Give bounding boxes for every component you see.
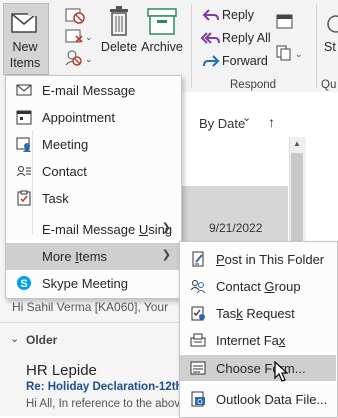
sort-direction-icon[interactable]: ↑ [268,114,275,130]
submenu-item-internet-fax[interactable]: Internet Fax [180,327,336,353]
submenu-item-post-in-this-folder[interactable]: Post in This Folder [180,246,336,272]
envelope-icon [16,84,32,96]
reply-button[interactable]: Reply [222,8,254,22]
submenu-item-label: Post in This Folder [216,252,325,267]
mail-date: 9/21/2022 [209,221,263,235]
scroll-up-icon[interactable]: ▲ [293,139,301,148]
ignore-icon[interactable] [64,6,86,24]
new-items-label-1: New [12,40,38,54]
submenu-item-label: Task Request [216,306,295,321]
respond-group-label: Respond [230,79,277,91]
mail-subject: Re: Holiday Declaration-12th ... [26,381,196,393]
meeting-reply-icon[interactable] [276,12,294,30]
contact-card-icon [16,166,31,177]
menu-item-label: Meeting [42,137,89,152]
mail-preview-2: Hi All, In reference to the abov... [26,398,189,410]
submenu-item-contact-group[interactable]: Contact Group [180,273,336,299]
menu-item-appointment[interactable]: Appointment [6,104,181,131]
clean-up-icon[interactable]: ⌄ [64,27,92,45]
forward-icon [203,55,220,67]
calendar-icon [16,110,32,125]
mail-sender: HR Lepide [26,362,97,379]
menu-item-label: More Items [42,249,108,264]
menu-item-label: Appointment [42,110,115,125]
meeting-icon [16,137,31,152]
delete-icon[interactable] [107,6,131,38]
group-header-older[interactable]: Older [26,333,57,347]
submenu-item-label: Contact Group [216,279,301,294]
new-email-icon [11,8,38,33]
menu-item-skype-meeting[interactable]: S Skype Meeting [6,270,181,297]
submenu-item-label: Internet Fax [216,333,286,348]
junk-icon[interactable]: ⌄ [64,49,92,67]
submenu-item-label: Outlook Data File... [216,392,328,407]
sort-by-date[interactable]: By Date [199,116,245,131]
menu-item-meeting[interactable]: Meeting [6,131,181,158]
svg-text:⌄: ⌄ [85,32,92,42]
menu-item-contact[interactable]: Contact [6,158,181,185]
data-file-icon: O [191,391,205,407]
submenu-arrow-icon: ❯ [161,249,171,261]
group-collapse-icon[interactable]: ⌄ [10,332,19,345]
task-clipboard-icon [17,190,31,206]
submenu-arrow-icon: ❯ [161,222,171,234]
submenu-item-outlook-data-file[interactable]: O Outlook Data File... [180,386,336,412]
more-respond-icon[interactable]: ⌄ [276,44,306,62]
delete-button[interactable]: Delete [99,40,139,54]
forward-button[interactable]: Forward [222,54,268,68]
submenu-item-task-request[interactable]: Task Request [180,300,336,326]
archive-button[interactable]: Archive [140,40,184,54]
menu-item-email-message[interactable]: E-mail Message [6,77,181,104]
mail-preview-1: Hi Sahil Verma [KA060], Your [12,300,169,314]
divider [0,322,180,323]
reply-all-icon [200,32,220,44]
svg-text:⌄: ⌄ [295,49,303,59]
menu-item-more-items[interactable]: More Items ❯ [6,243,181,270]
quick-steps-icon[interactable] [325,14,338,36]
menu-item-email-message-using[interactable]: E-mail Message Using ❯ [6,216,181,243]
archive-icon[interactable] [147,8,177,36]
svg-text:S: S [20,278,27,290]
mouse-cursor-icon [274,361,289,382]
post-icon [192,251,204,267]
menu-item-label: E-mail Message Using [42,222,173,237]
menu-item-label: E-mail Message [42,83,136,98]
contact-group-icon [190,280,206,294]
quick-group-cut-label: Qu [321,79,337,91]
sort-dropdown-icon[interactable]: ⌄ [242,111,251,124]
fax-icon [190,333,206,347]
quick-steps-cut-label: St [324,40,336,54]
svg-text:⌄: ⌄ [85,54,92,64]
skype-icon: S [17,276,31,290]
svg-text:O: O [197,399,203,406]
menu-item-label: Task [42,191,69,206]
form-icon [190,361,206,375]
submenu-item-choose-form[interactable]: Choose Form... [180,355,336,381]
reply-icon [202,9,219,21]
menu-item-label: Skype Meeting [42,276,128,291]
submenu-item-label: Choose Form... [216,361,306,376]
menu-item-label: Contact [42,164,87,179]
task-request-icon [191,306,205,321]
reply-all-button[interactable]: Reply All [222,31,271,45]
menu-item-task[interactable]: Task [6,185,181,212]
